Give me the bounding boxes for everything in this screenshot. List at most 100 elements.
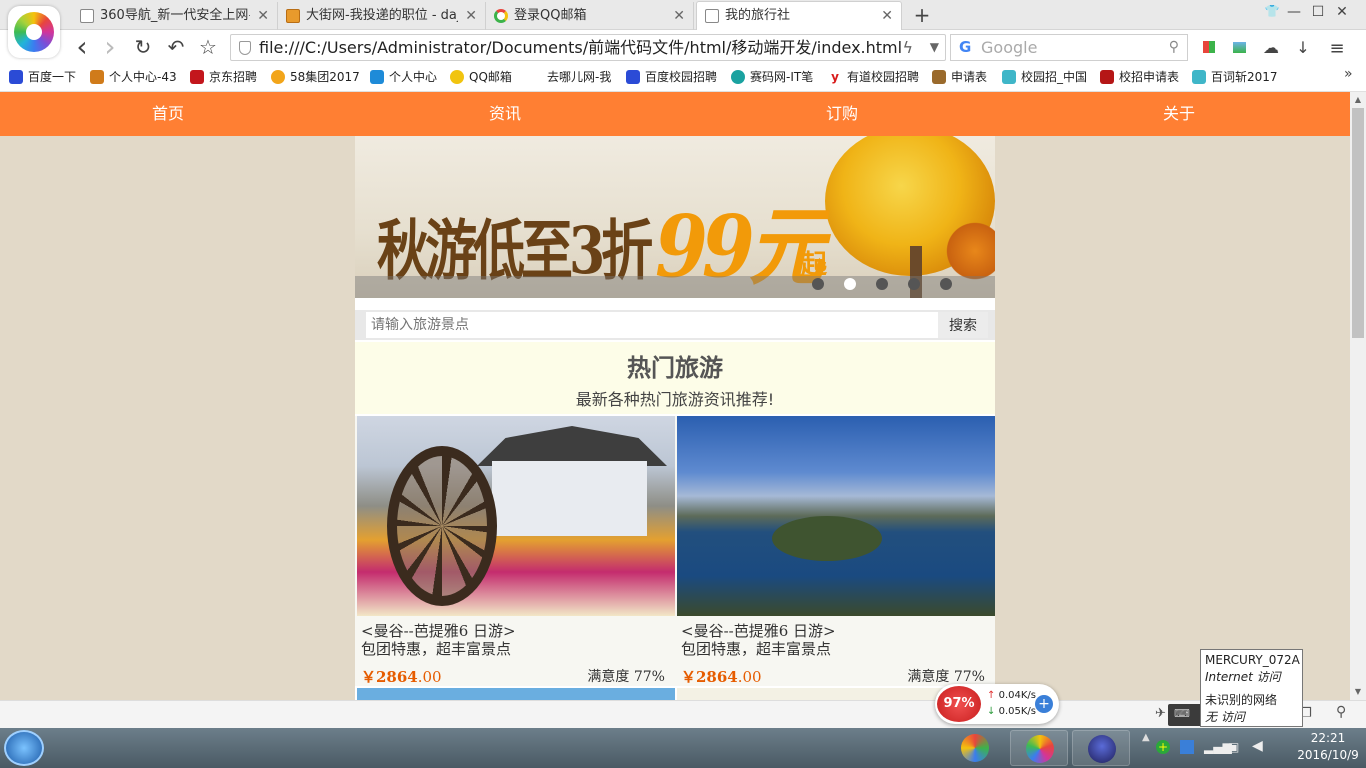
bookmark-label: 百度一下 [28, 70, 77, 84]
zoom-search-icon[interactable]: ⚲ [1336, 704, 1346, 720]
bookmark-item[interactable]: 京东招聘 [190, 68, 257, 86]
destination-search-input[interactable] [366, 312, 938, 338]
mouse-gesture-icon[interactable]: ✈ [1155, 706, 1166, 721]
tab-close-icon[interactable]: ✕ [465, 2, 477, 30]
forward-button[interactable]: › [98, 33, 122, 61]
download-arrow-icon: ↓ [987, 706, 996, 717]
memory-percent[interactable]: 97% [937, 686, 981, 722]
keyboard-icon[interactable]: ⌨ [1174, 707, 1190, 720]
hot-travel-header: 热门旅游 最新各种热门旅游资讯推荐! [355, 342, 995, 414]
bookmark-label: 百度校园招聘 [645, 70, 718, 84]
minimize-button[interactable]: — [1282, 4, 1306, 20]
nav-home[interactable]: 首页 [118, 92, 218, 136]
lightning-icon[interactable]: ϟ [902, 35, 913, 60]
carousel-dot[interactable] [940, 278, 952, 290]
start-button-windows-icon[interactable] [4, 730, 44, 766]
bookmark-item[interactable]: 百度校园招聘 [626, 68, 717, 86]
chevron-down-icon[interactable]: ▼ [930, 35, 939, 60]
tab-qq-mail[interactable]: 登录QQ邮箱 ✕ [486, 2, 694, 30]
bookmarks-overflow-icon[interactable]: » [1344, 66, 1353, 82]
scroll-down-arrow-icon[interactable]: ▼ [1350, 684, 1366, 700]
bookmark-item[interactable]: 赛码网-IT笔 [731, 68, 813, 86]
tour-card[interactable]: <曼谷--芭提雅6 日游> 包团特惠，超丰富景点 ￥2864.00 满意度 77… [355, 416, 675, 686]
maximize-button[interactable]: ☐ [1306, 4, 1330, 20]
main-container: 秋游低至3折 99元 起 搜索 热门旅游 最新各种热门旅游资讯推荐! <曼谷--… [355, 136, 995, 700]
taskbar-eclipse[interactable] [1072, 730, 1130, 766]
lake-photo[interactable] [677, 416, 995, 616]
tab-close-icon[interactable]: ✕ [881, 2, 893, 30]
network-speed-widget[interactable]: 97% ↑ 0.04K/s ↓ 0.05K/s + [935, 684, 1059, 724]
back-button[interactable]: ‹ [70, 33, 94, 61]
colorful-app-icon [961, 734, 989, 762]
undo-button[interactable]: ↶ [164, 36, 188, 60]
network-name: 未识别的网络 [1205, 693, 1278, 707]
new-tab-button[interactable]: + [910, 3, 934, 27]
bookmark-item[interactable]: y 有道校园招聘 [828, 68, 919, 86]
campus-icon [1002, 70, 1016, 84]
volume-icon[interactable]: ◀ [1252, 738, 1263, 754]
apps-grid-icon[interactable] [1198, 38, 1220, 58]
bookmark-item[interactable]: 校招申请表 [1100, 68, 1179, 86]
vertical-scrollbar[interactable]: ▲ ▼ [1350, 92, 1366, 700]
carousel-dot[interactable] [876, 278, 888, 290]
price-decimal: .00 [417, 668, 442, 686]
paw-icon [9, 70, 23, 84]
taskbar-browser[interactable] [1010, 730, 1068, 766]
download-icon[interactable]: ↓ [1292, 38, 1314, 58]
bookmark-item[interactable]: 去哪儿网-我 [528, 68, 611, 86]
tab-360-nav[interactable]: 360导航_新一代安全上网导航 ✕ [72, 2, 278, 30]
image-icon[interactable] [1228, 38, 1250, 58]
lijiang-gate-photo[interactable] [357, 416, 675, 616]
browser-logo-icon[interactable] [8, 6, 60, 58]
tray-plus-icon[interactable]: + [1156, 740, 1170, 754]
bookmark-item[interactable]: 百度一下 [9, 68, 76, 86]
tab-my-travel-agency[interactable]: 我的旅行社 ✕ [696, 1, 902, 30]
nav-about[interactable]: 关于 [1129, 92, 1229, 136]
system-clock[interactable]: 22:21 2016/10/9 [1290, 730, 1366, 766]
reload-button[interactable]: ↻ [131, 36, 155, 60]
tray-expand-icon[interactable]: ▲ [1142, 732, 1150, 743]
promo-banner[interactable]: 秋游低至3折 99元 起 [355, 136, 995, 298]
cloud-icon[interactable]: ☁ [1260, 38, 1282, 58]
web-content: 首页 资讯 订购 关于 秋游低至3折 99元 起 搜索 热门旅游 最新各种热门旅… [0, 92, 1350, 700]
carousel-dot[interactable] [812, 278, 824, 290]
nav-order[interactable]: 订购 [792, 92, 892, 136]
nav-news[interactable]: 资讯 [455, 92, 555, 136]
bookmark-item[interactable]: 百词斩2017 [1192, 68, 1278, 86]
bookmark-star-button[interactable]: ☆ [196, 36, 220, 60]
menu-icon[interactable]: ≡ [1326, 38, 1348, 59]
taskbar-app[interactable] [946, 730, 1004, 766]
carousel-dot[interactable] [908, 278, 920, 290]
tab-close-icon[interactable]: ✕ [257, 2, 269, 30]
accelerate-plus-icon[interactable]: + [1035, 695, 1053, 713]
scrollbar-thumb[interactable] [1352, 108, 1364, 338]
google-icon: G [959, 38, 972, 56]
page-icon [705, 9, 719, 23]
bookmark-item[interactable]: 个人中心 [370, 68, 437, 86]
bookmark-item[interactable]: 申请表 [932, 68, 987, 86]
scroll-up-arrow-icon[interactable]: ▲ [1350, 92, 1366, 108]
bookmark-label: 去哪儿网-我 [547, 70, 612, 84]
clock-date: 2016/10/9 [1297, 748, 1359, 762]
device-icon[interactable]: ▣ [1228, 740, 1239, 754]
search-button[interactable]: 搜索 [938, 312, 988, 338]
upload-arrow-icon: ↑ [987, 690, 996, 701]
bookmark-item[interactable]: 校园招_中国 [1002, 68, 1087, 86]
tour-card[interactable]: <曼谷--芭提雅6 日游> 包团特惠，超丰富景点 ￥2864.00 满意度 77… [675, 416, 995, 686]
bookmark-item[interactable]: 58集团2017 [271, 68, 360, 86]
destination-search-bar: 搜索 [355, 310, 995, 340]
shirt-skin-icon[interactable]: 👕 [1260, 4, 1284, 18]
bookmark-item[interactable]: QQ邮箱 [450, 68, 512, 86]
bookmark-item[interactable]: 个人中心-43 [90, 68, 177, 86]
carousel-dot-active[interactable] [844, 278, 856, 290]
tray-monitor-icon[interactable] [1180, 740, 1194, 754]
search-icon[interactable]: ⚲ [1169, 35, 1179, 60]
chrome-icon [450, 70, 464, 84]
tab-dajie[interactable]: 大街网-我投递的职位 - dajie ✕ [278, 2, 486, 30]
bookmark-label: 个人中心 [389, 70, 438, 84]
address-bar[interactable]: file:///C:/Users/Administrator/Documents… [230, 34, 946, 61]
tab-close-icon[interactable]: ✕ [673, 2, 685, 30]
search-engine-box[interactable]: G Google ⚲ [950, 34, 1188, 61]
qunar-icon [528, 70, 542, 84]
close-window-button[interactable]: ✕ [1330, 4, 1354, 20]
